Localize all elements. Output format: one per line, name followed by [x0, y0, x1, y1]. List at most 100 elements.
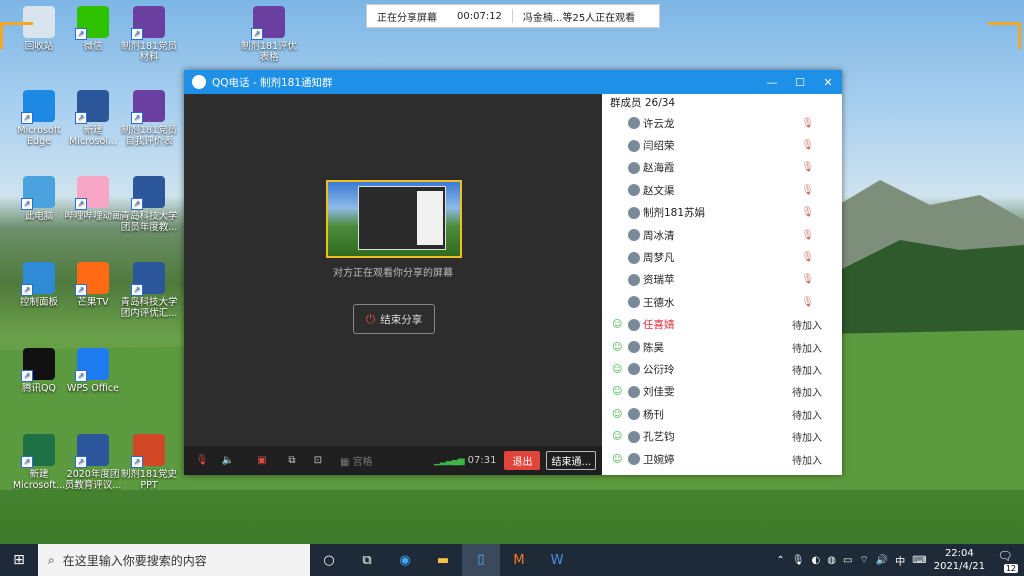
qq-call-taskbar-icon[interactable]: ▯: [462, 544, 500, 576]
shortcut-arrow-icon: ↗: [131, 456, 143, 468]
share-region-corner-tl: [0, 22, 33, 49]
member-row[interactable]: ☺ 杨刊 待加入: [602, 403, 842, 425]
word-doc-icon: ↗: [75, 434, 109, 468]
show-hidden-icons-chevron-icon[interactable]: ⌃: [776, 555, 784, 566]
end-share-button[interactable]: ⏻ 结束分享: [353, 304, 435, 334]
close-button[interactable]: ✕: [814, 76, 842, 89]
desktop-icon[interactable]: ↗ 制剂181评优表格: [238, 6, 300, 63]
keyboard-icon[interactable]: ⌨: [912, 555, 926, 566]
member-status: 待加入: [792, 365, 822, 377]
desktop-icon[interactable]: ↗ 制剂181党员自我评价表: [118, 90, 180, 147]
share-screen-icon[interactable]: ⧉: [284, 455, 300, 466]
desktop-icon[interactable]: ↗ 2020年度团员教育评议...: [62, 434, 124, 491]
exit-call-button[interactable]: 退出: [504, 451, 541, 470]
grid-view-button[interactable]: ▦ 宫格: [340, 453, 373, 468]
microphone-tray-icon[interactable]: 🎙: [792, 555, 805, 566]
member-count-header: 群成员 26/34: [610, 97, 676, 109]
power-icon: ⏻: [365, 311, 376, 326]
network-tray-icon[interactable]: ◍: [827, 555, 836, 566]
member-row[interactable]: 资瑞苹 🎙: [602, 269, 842, 291]
member-row[interactable]: 闫绍荣 🎙: [602, 134, 842, 156]
notification-center-icon[interactable]: 🗨 12: [992, 549, 1018, 573]
window-title: QQ电话 - 制剂181通知群: [212, 76, 333, 89]
mango-tv-taskbar-icon[interactable]: M: [500, 553, 538, 568]
search-placeholder: 在这里输入你要搜索的内容: [62, 553, 207, 568]
input-language-indicator[interactable]: 中: [895, 553, 905, 568]
member-row[interactable]: 周冰清 🎙: [602, 224, 842, 246]
file-explorer-icon[interactable]: ▬: [424, 553, 462, 568]
member-name: 王德水: [643, 296, 675, 309]
desktop-icon[interactable]: ↗ 微信: [62, 6, 124, 52]
desktop-icon[interactable]: ↗ 腾讯QQ: [8, 348, 70, 394]
member-avatar: [628, 453, 640, 466]
member-status: 待加入: [792, 455, 822, 467]
maximize-button[interactable]: ☐: [786, 76, 814, 89]
shortcut-arrow-icon: ↗: [131, 28, 143, 40]
watchers-text: 冯金楠...等25人正在观看: [522, 12, 636, 24]
member-row[interactable]: 许云龙 🎙: [602, 112, 842, 134]
desktop-icon-label: 控制面板: [19, 297, 58, 308]
member-row[interactable]: 赵文渠 🎙: [602, 179, 842, 201]
shortcut-arrow-icon: ↗: [131, 112, 143, 124]
wps-taskbar-icon[interactable]: W: [538, 553, 576, 568]
shortcut-arrow-icon: ↗: [75, 198, 87, 210]
minimize-button[interactable]: —: [758, 76, 786, 89]
member-row[interactable]: ☺ 刘佳雯 待加入: [602, 381, 842, 403]
qq-tray-icon[interactable]: ◐: [812, 555, 821, 566]
mic-muted-icon[interactable]: 🎙: [194, 455, 210, 466]
desktop-icon[interactable]: ↗ 控制面板: [8, 262, 70, 308]
member-status: 待加入: [792, 321, 822, 333]
shortcut-arrow-icon: ↗: [131, 198, 143, 210]
edge-icon: ↗: [21, 90, 55, 124]
camera-off-icon[interactable]: ▣: [254, 455, 270, 466]
this-pc-icon: ↗: [21, 176, 55, 210]
grid-view-label: 宫格: [352, 457, 373, 468]
end-call-button[interactable]: 结束通...: [546, 451, 596, 470]
window-titlebar[interactable]: QQ电话 - 制剂181通知群 — ☐ ✕: [184, 70, 842, 94]
desktop-icon[interactable]: ↗ 新建 Microsol...: [62, 90, 124, 147]
member-row[interactable]: ☺ 任喜婧 待加入: [602, 314, 842, 336]
desktop-icon[interactable]: ↗ Microsoft Edge: [8, 90, 70, 147]
ppt-icon: ↗: [131, 434, 165, 468]
task-view-icon[interactable]: ⧉: [348, 553, 386, 568]
qq-penguin-icon: ↗: [21, 348, 55, 382]
desktop-icon-label: 新建 Microsol...: [68, 125, 118, 147]
present-icon[interactable]: ⊡: [310, 455, 326, 466]
member-row[interactable]: ☺ 孔艺钧 待加入: [602, 425, 842, 447]
member-row[interactable]: 王德水 🎙: [602, 291, 842, 313]
member-row[interactable]: 赵海霞 🎙: [602, 157, 842, 179]
member-row[interactable]: ☺ 卫婉婷 待加入: [602, 448, 842, 470]
member-row[interactable]: ☺ 公衍玲 待加入: [602, 358, 842, 380]
desktop-icon[interactable]: ↗ 哔哩哔哩动画: [62, 176, 124, 222]
desktop-icon[interactable]: ↗ 青岛科技大学团内评优汇...: [118, 262, 180, 319]
windows-start-icon[interactable]: ⊞: [0, 552, 38, 568]
desktop-icon[interactable]: ↗ 此电脑: [8, 176, 70, 222]
taskbar-clock[interactable]: 22:04 2021/4/21: [934, 547, 985, 573]
desktop-icon[interactable]: ↗ 新建 Microsoft...: [8, 434, 70, 491]
cortana-icon[interactable]: ○: [310, 553, 348, 568]
desktop-icon[interactable]: ↗ 青岛科技大学团员年度教...: [118, 176, 180, 233]
member-avatar: [628, 385, 640, 398]
shortcut-arrow-icon: ↗: [21, 198, 33, 210]
edge-taskbar-icon[interactable]: ◉: [386, 553, 424, 568]
volume-icon[interactable]: 🔊: [876, 555, 888, 566]
mic-muted-icon: 🎙: [801, 140, 814, 152]
member-row[interactable]: 周梦凡 🎙: [602, 246, 842, 268]
desktop-icon[interactable]: ↗ 制剂181党史PPT: [118, 434, 180, 491]
desktop-icon[interactable]: ↗ 制剂181党员材料: [118, 6, 180, 63]
desktop-icon[interactable]: ↗ 芒果TV: [62, 262, 124, 308]
mango-tv-icon: ↗: [75, 262, 109, 296]
member-status: 待加入: [792, 410, 822, 422]
call-duration: 07:31: [467, 455, 497, 466]
speaker-icon[interactable]: 🔈: [220, 455, 236, 466]
desktop-icon-label: 哔哩哔哩动画: [64, 211, 122, 222]
member-name: 任喜婧: [643, 319, 675, 332]
wifi-icon[interactable]: ⌔: [859, 554, 868, 567]
pending-person-icon: ☺: [612, 386, 623, 398]
taskbar-search-box[interactable]: ⌕ 在这里输入你要搜索的内容: [38, 544, 310, 576]
desktop-icon[interactable]: ↗ WPS Office: [62, 348, 124, 394]
battery-icon[interactable]: ▭: [843, 555, 852, 566]
member-row[interactable]: ☺ 陈昊 待加入: [602, 336, 842, 358]
member-row[interactable]: 制剂181苏娟 🎙: [602, 202, 842, 224]
shared-screen-preview[interactable]: [326, 180, 462, 258]
